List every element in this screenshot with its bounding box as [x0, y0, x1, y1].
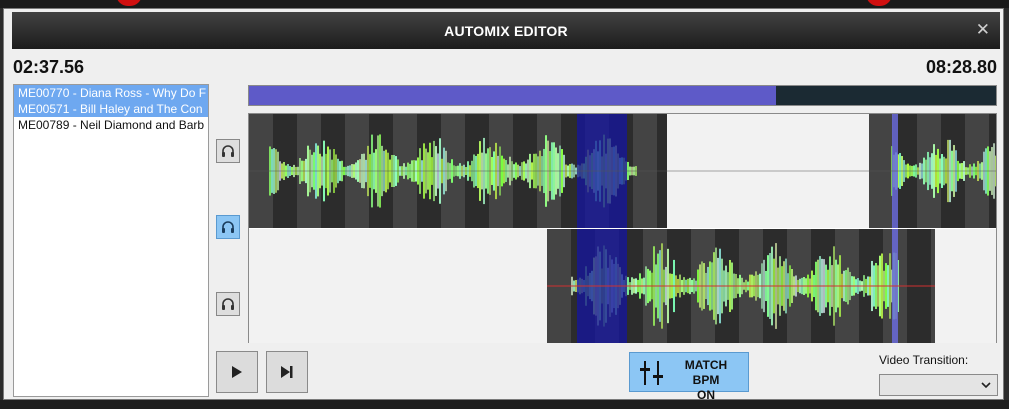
chevron-down-icon — [981, 382, 991, 389]
background-top-strip — [0, 0, 1009, 8]
headphones-icon[interactable] — [216, 215, 240, 239]
silence-region — [935, 229, 996, 343]
title-bar[interactable]: AUTOMIX EDITOR ✕ — [12, 12, 1000, 49]
total-time: 08:28.80 — [925, 57, 997, 77]
track-item[interactable]: ME00571 - Bill Haley and The Con — [14, 101, 208, 117]
automix-editor-window: AUTOMIX EDITOR ✕ 02:37.56 08:28.80 ME007… — [3, 8, 1004, 402]
track-item[interactable]: ME00789 - Neil Diamond and Barb — [14, 117, 208, 133]
track-list[interactable]: ME00770 - Diana Ross - Why Do F ME00571 … — [13, 84, 209, 397]
silence-region — [249, 229, 547, 343]
match-bpm-state: ON — [697, 388, 715, 402]
deck-indicator — [866, 0, 892, 6]
waveform-editor[interactable] — [248, 113, 997, 343]
mix-progress-bar[interactable] — [248, 85, 997, 106]
video-transition-select[interactable] — [879, 374, 998, 396]
window-title: AUTOMIX EDITOR — [444, 23, 568, 39]
skip-next-button[interactable] — [266, 351, 308, 393]
elapsed-time: 02:37.56 — [13, 57, 85, 77]
video-transition-label: Video Transition: — [879, 353, 969, 367]
skip-next-icon — [281, 366, 293, 378]
match-bpm-line1: MATCH BPM — [684, 358, 728, 387]
background-bottom-strip — [0, 400, 1009, 409]
play-icon — [232, 366, 242, 378]
match-bpm-label: MATCH BPM ON — [670, 358, 742, 403]
headphones-icon[interactable] — [216, 139, 240, 163]
progress-fill — [249, 86, 776, 105]
track-item[interactable]: ME00770 - Diana Ross - Why Do F — [14, 85, 208, 101]
headphones-icon[interactable] — [216, 292, 240, 316]
sliders-icon — [640, 361, 663, 385]
match-bpm-button[interactable]: MATCH BPM ON — [629, 352, 749, 402]
waveform-deck-b[interactable] — [249, 229, 996, 343]
close-icon[interactable]: ✕ — [976, 20, 990, 40]
waveform-deck-a[interactable] — [249, 114, 997, 228]
deck-indicator — [116, 0, 142, 6]
play-button[interactable] — [216, 351, 258, 393]
